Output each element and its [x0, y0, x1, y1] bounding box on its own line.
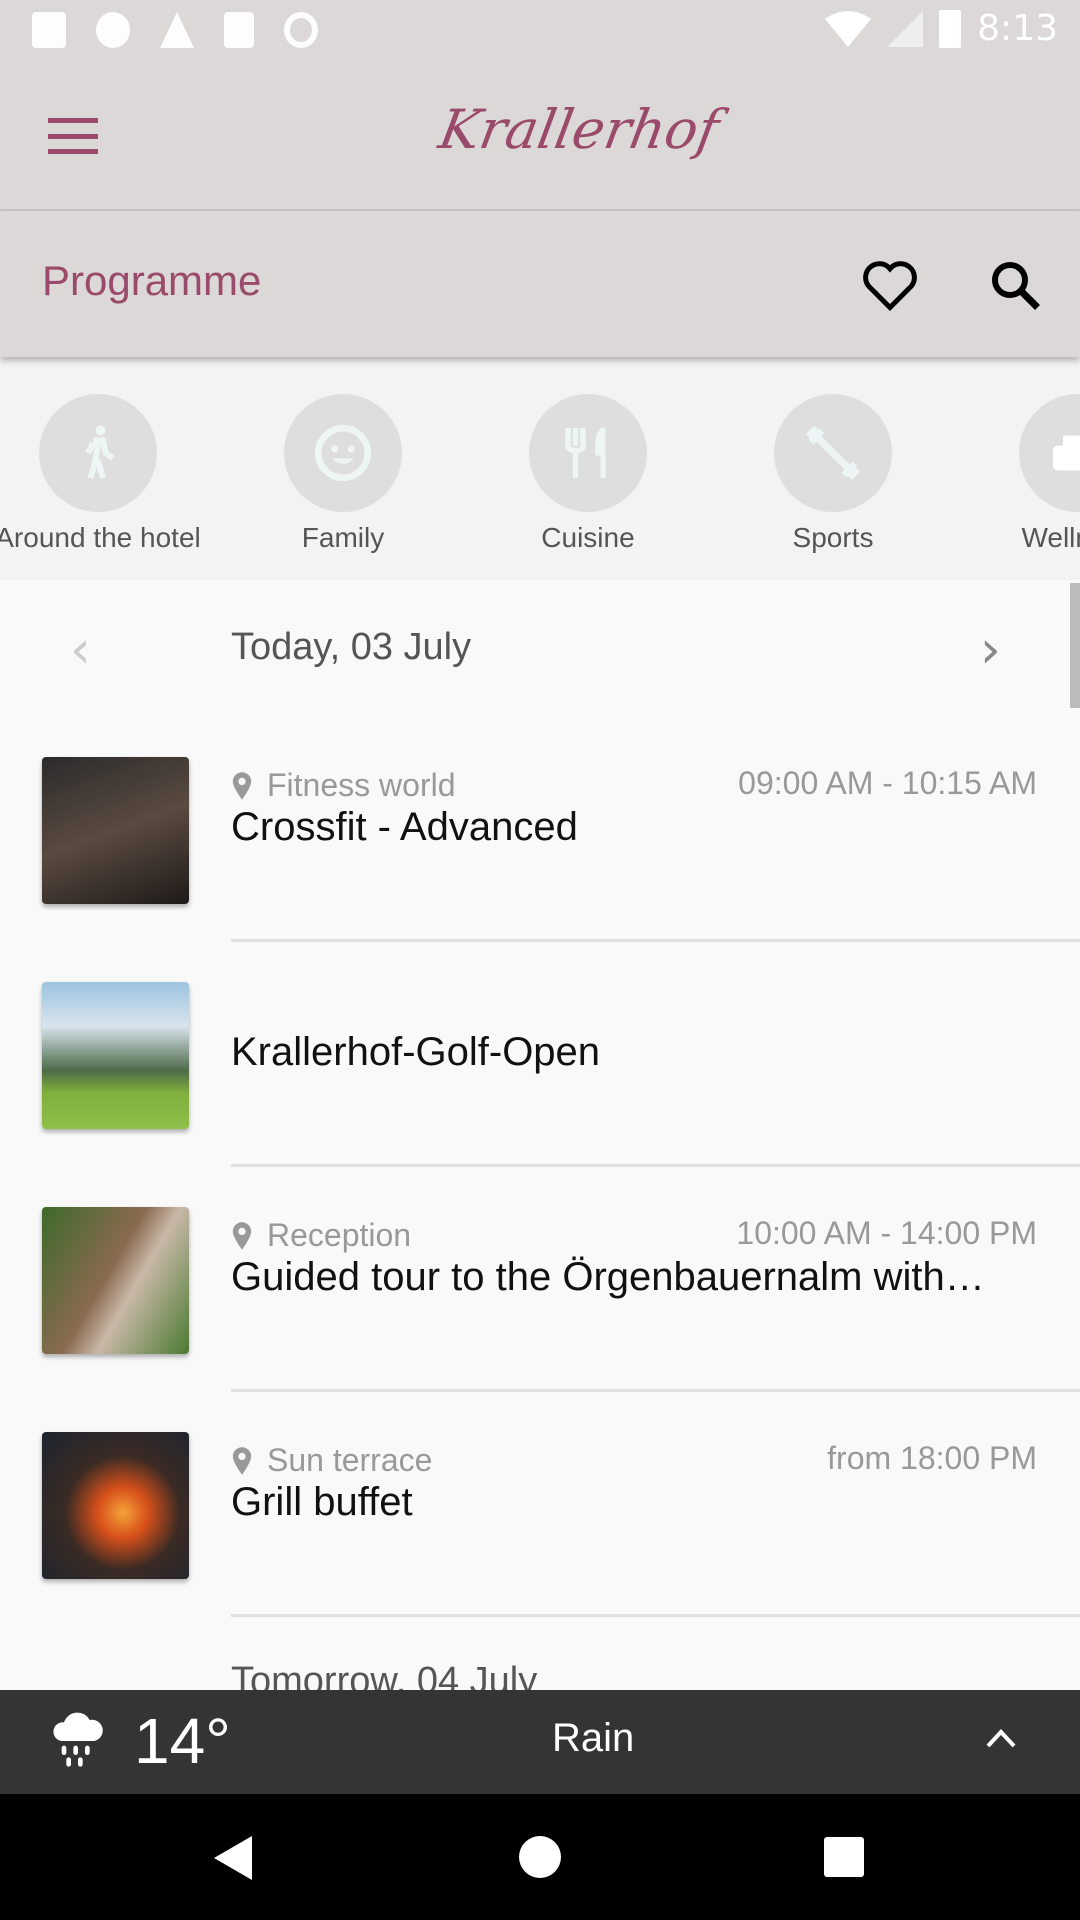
- chevron-up-icon[interactable]: [985, 1726, 1017, 1750]
- divider: [231, 1389, 1080, 1392]
- sd-card-icon: [224, 12, 254, 48]
- chevron-left-icon[interactable]: ‹: [70, 620, 91, 680]
- wifi-icon: [825, 10, 872, 47]
- event-thumbnail: [42, 757, 189, 904]
- hamburger-icon[interactable]: [48, 118, 98, 154]
- scrollbar[interactable]: [1070, 583, 1080, 708]
- category-label: Sports: [792, 522, 874, 553]
- back-icon[interactable]: [214, 1836, 254, 1880]
- walking-icon: [85, 425, 115, 479]
- divider: [231, 1164, 1080, 1167]
- location-pin-icon: [232, 771, 252, 800]
- logo: Krallerhof: [434, 98, 724, 161]
- event-time: 09:00 AM - 10:15 AM: [738, 765, 1037, 801]
- event-item[interactable]: Sun terrace from 18:00 PM Grill buffet: [0, 1432, 1080, 1657]
- rain-cloud-icon: [53, 1712, 103, 1767]
- weather-bar[interactable]: 14° Rain: [0, 1690, 1080, 1794]
- event-thumbnail: [42, 1432, 189, 1579]
- event-item[interactable]: Fitness world 09:00 AM - 10:15 AM Crossf…: [0, 757, 1080, 982]
- category-label: Cuisine: [541, 522, 635, 553]
- event-title: Krallerhof-Golf-Open: [231, 1030, 601, 1074]
- baby-face-icon: [314, 424, 372, 482]
- sofa-icon: [1053, 435, 1080, 471]
- category-family[interactable]: Family: [223, 394, 463, 554]
- temperature: 14°: [134, 1705, 231, 1777]
- recents-icon[interactable]: [824, 1837, 864, 1877]
- app-bar: Krallerhof: [0, 70, 1080, 211]
- signal-icon: [887, 10, 924, 47]
- home-icon[interactable]: [519, 1836, 561, 1878]
- event-thumbnail: [42, 1207, 189, 1354]
- category-label: Around the hotel: [0, 522, 201, 553]
- date-label: Today, 03 July: [231, 626, 472, 668]
- category-sports[interactable]: Sports: [713, 394, 953, 554]
- event-title: Grill buffet: [231, 1480, 413, 1524]
- divider: [231, 939, 1080, 942]
- category-wellness[interactable]: Wellness: [958, 394, 1080, 554]
- warning-icon: [160, 12, 194, 48]
- a-icon: [32, 12, 66, 48]
- divider: [231, 1614, 1080, 1617]
- circle-icon: [284, 12, 318, 48]
- event-location: Fitness world: [267, 767, 456, 803]
- category-around-the-hotel[interactable]: Around the hotel: [0, 394, 218, 554]
- battery-icon: [939, 9, 962, 48]
- event-location: Reception: [267, 1217, 412, 1253]
- page-title: Programme: [42, 257, 262, 304]
- category-label: Wellness: [1021, 522, 1080, 553]
- status-bar: 8:13: [0, 0, 1080, 70]
- date-navigator: ‹ Today, 03 July ›: [0, 580, 1080, 720]
- page-header: Programme: [0, 211, 1080, 357]
- event-item[interactable]: Krallerhof-Golf-Open: [0, 982, 1080, 1207]
- event-location: Sun terrace: [267, 1442, 433, 1478]
- heart-icon[interactable]: [860, 255, 920, 315]
- event-time: from 18:00 PM: [827, 1440, 1037, 1476]
- category-bar: Around the hotel Family Cuisine Sports W…: [0, 357, 1080, 580]
- dumbbell-icon: [805, 425, 861, 481]
- clock: 8:13: [977, 8, 1058, 49]
- chevron-right-icon[interactable]: ›: [980, 620, 1001, 680]
- search-icon[interactable]: [985, 255, 1045, 315]
- category-cuisine[interactable]: Cuisine: [468, 394, 708, 554]
- weather-condition: Rain: [552, 1716, 635, 1760]
- location-pin-icon: [232, 1446, 252, 1475]
- system-nav-bar: [0, 1794, 1080, 1920]
- category-label: Family: [301, 522, 385, 553]
- event-title: Crossfit - Advanced: [231, 805, 578, 849]
- event-time: 10:00 AM - 14:00 PM: [736, 1215, 1037, 1251]
- fork-knife-icon: [565, 428, 606, 478]
- event-title: Guided tour to the Örgenbauernalm with…: [231, 1255, 985, 1299]
- location-pin-icon: [232, 1221, 252, 1250]
- alert-icon: [96, 12, 130, 48]
- event-thumbnail: [42, 982, 189, 1129]
- event-item[interactable]: Reception 10:00 AM - 14:00 PM Guided tou…: [0, 1207, 1080, 1432]
